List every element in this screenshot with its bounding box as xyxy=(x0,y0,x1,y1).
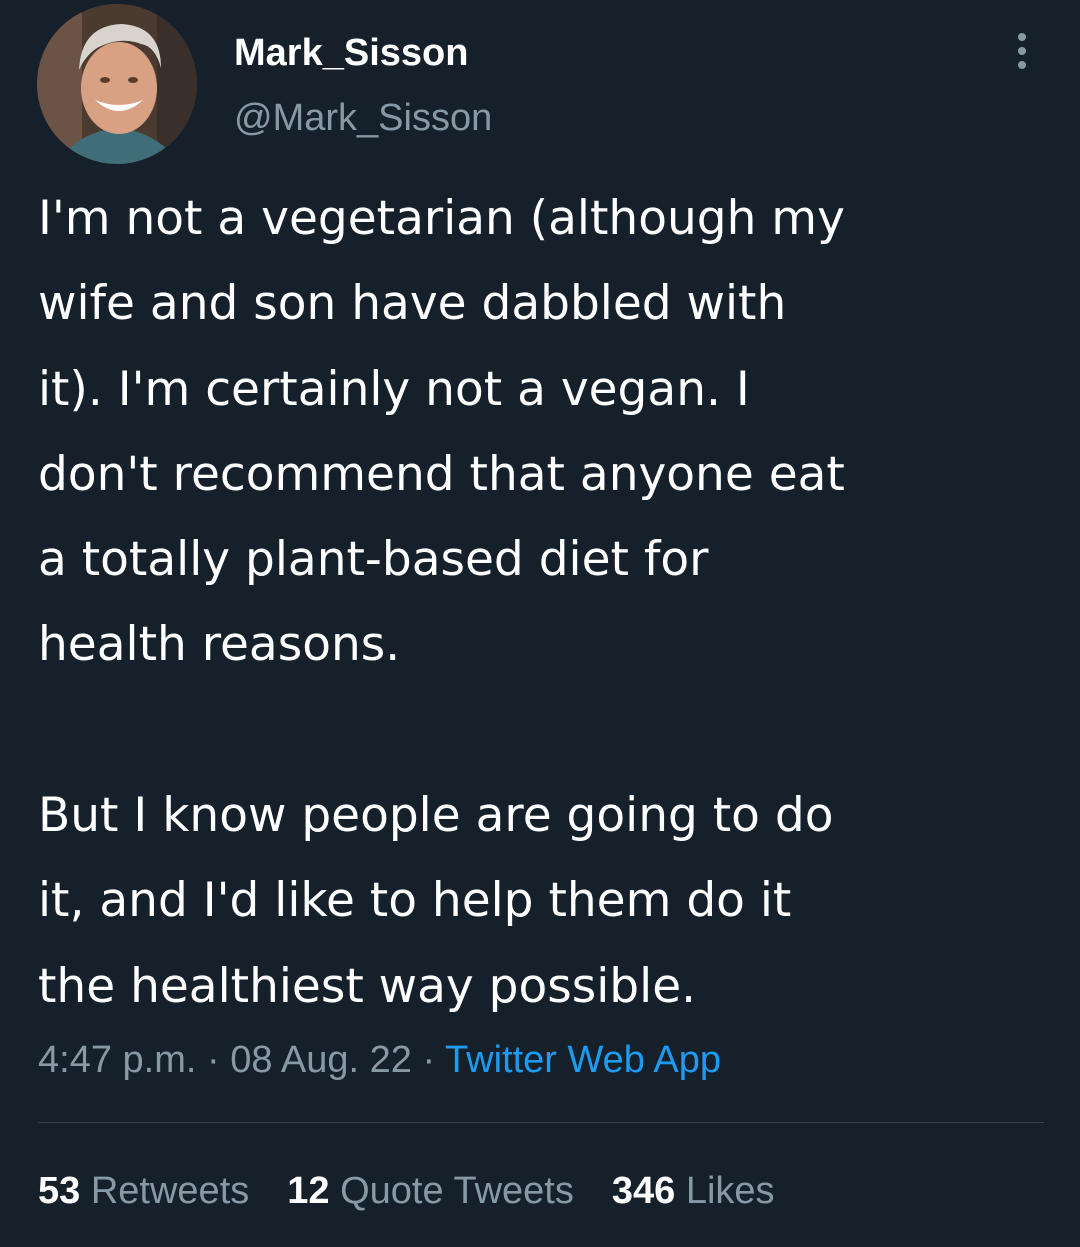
profile-photo xyxy=(37,4,197,164)
more-vertical-icon[interactable] xyxy=(1008,28,1036,74)
tweet-source-link[interactable]: Twitter Web App xyxy=(445,1039,721,1081)
separator: · xyxy=(411,1039,446,1081)
handle[interactable]: @Mark_Sisson xyxy=(234,95,492,141)
quotes-count: 12 xyxy=(287,1170,330,1212)
tweet-date[interactable]: 08 Aug. 22 xyxy=(230,1039,412,1081)
likes-stat[interactable]: 346 Likes xyxy=(612,1166,775,1216)
retweets-count: 53 xyxy=(38,1170,81,1212)
quotes-label: Quote Tweets xyxy=(340,1170,574,1212)
retweets-label: Retweets xyxy=(90,1170,250,1212)
tweet-stats: 53 Retweets 12 Quote Tweets 346 Likes xyxy=(38,1166,775,1216)
tweet-text: I'm not a vegetarian (although my wife a… xyxy=(38,191,845,1014)
retweets-stat[interactable]: 53 Retweets xyxy=(38,1166,249,1216)
avatar[interactable] xyxy=(37,4,197,164)
display-name[interactable]: Mark_Sisson xyxy=(234,30,468,76)
quote-tweets-stat[interactable]: 12 Quote Tweets xyxy=(287,1166,574,1216)
tweet-time[interactable]: 4:47 p.m. xyxy=(38,1039,196,1081)
likes-count: 346 xyxy=(611,1170,676,1212)
divider xyxy=(38,1122,1044,1123)
separator: · xyxy=(196,1039,231,1081)
likes-label: Likes xyxy=(685,1170,775,1212)
tweet-meta: 4:47 p.m. · 08 Aug. 22 · Twitter Web App xyxy=(38,1035,721,1085)
